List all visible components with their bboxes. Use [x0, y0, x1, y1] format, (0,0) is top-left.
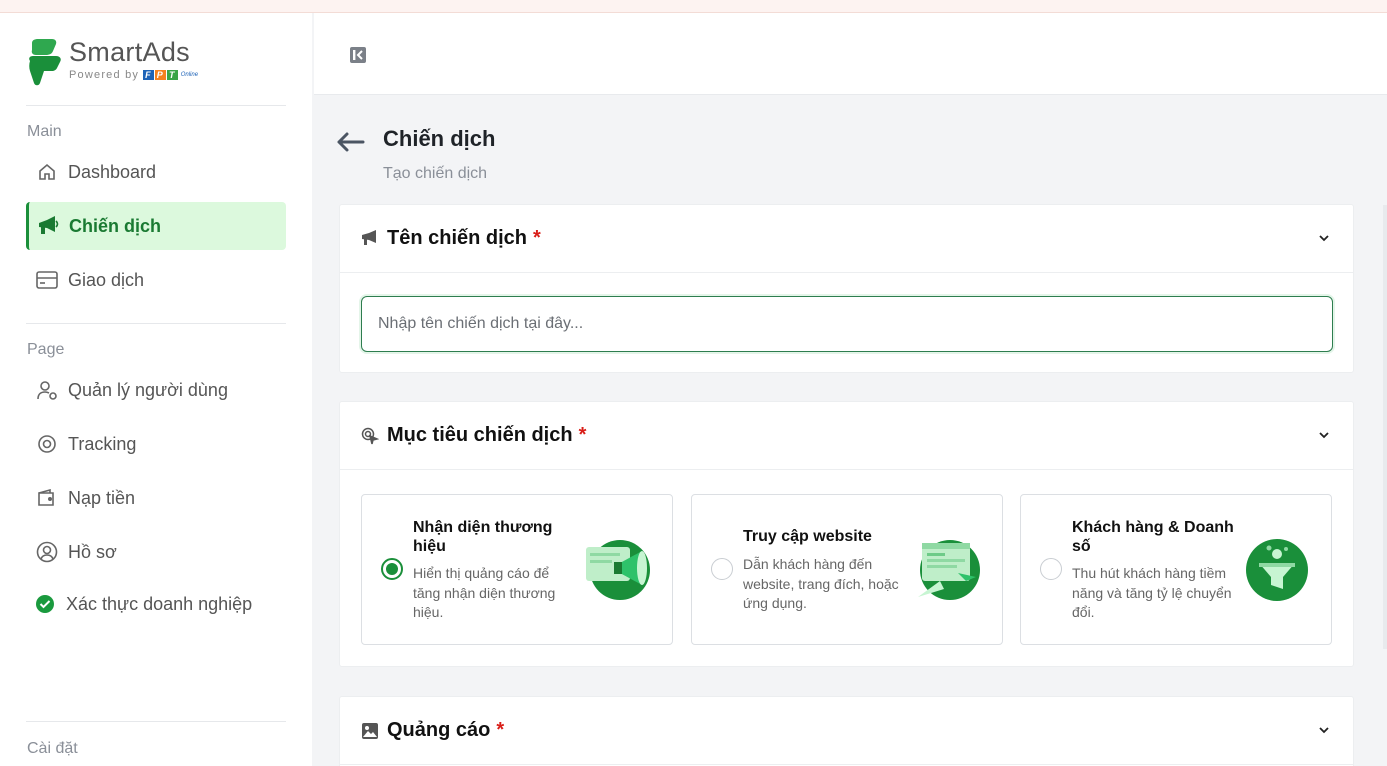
target-icon [36, 433, 58, 455]
sidebar-item-label: Giao dịch [68, 269, 145, 290]
required-mark: * [533, 227, 541, 249]
wallet-icon [36, 487, 58, 509]
sidebar-item-label: Hồ sơ [68, 541, 117, 562]
goal-option-description: Dẫn khách hàng đến website, trang đích, … [743, 556, 899, 611]
page-subtitle: Tạo chiến dịch [383, 165, 488, 182]
sidebar-collapse-icon[interactable] [349, 46, 367, 64]
sidebar-divider [26, 323, 286, 324]
chevron-down-icon[interactable] [1317, 428, 1331, 442]
top-header [314, 13, 1387, 95]
section-title: Mục tiêu chiến dịch [387, 424, 573, 446]
brand-name: SmartAds [69, 37, 190, 67]
powered-by-text: Powered by [69, 69, 140, 81]
sidebar-item-label: Quản lý người dùng [68, 379, 228, 400]
megaphone-icon [37, 215, 59, 237]
smartads-logo-icon [29, 39, 61, 86]
section-label-settings: Cài đặt [27, 740, 78, 757]
sidebar-item-business-verification[interactable]: Xác thực doanh nghiệp [26, 580, 286, 628]
section-label-main: Main [27, 123, 62, 140]
ads-header[interactable]: Quảng cáo * [340, 697, 1353, 765]
radio-unselected[interactable] [1040, 558, 1062, 580]
back-arrow-icon[interactable] [336, 128, 366, 156]
campaign-goal-header[interactable]: Mục tiêu chiến dịch * [340, 402, 1353, 470]
sidebar-item-user-management[interactable]: Quản lý người dùng [26, 366, 286, 414]
sidebar-item-top-up[interactable]: Nạp tiền [26, 474, 286, 522]
required-mark: * [578, 424, 587, 446]
user-gear-icon [36, 379, 58, 401]
sidebar-item-label: Chiến dịch [69, 215, 162, 236]
radio-unselected[interactable] [711, 558, 733, 580]
sidebar-divider [26, 105, 286, 106]
campaign-name-input[interactable] [361, 296, 1333, 352]
website-illustration-icon [918, 540, 980, 600]
radio-selected[interactable] [381, 558, 403, 580]
top-notice-strip [0, 0, 1387, 13]
sidebar-divider [26, 721, 286, 722]
fpt-online-logo: F P T Online [143, 70, 199, 80]
home-icon [36, 161, 58, 183]
image-icon [361, 722, 379, 740]
chevron-down-icon[interactable] [1317, 723, 1331, 737]
campaign-name-header[interactable]: Tên chiến dịch * [340, 205, 1353, 273]
cursor-click-icon [361, 427, 379, 445]
goal-option-website-traffic[interactable]: Truy cập website Dẫn khách hàng đến webs… [691, 494, 1003, 645]
sidebar-item-label: Tracking [68, 433, 137, 454]
profile-icon [36, 541, 58, 563]
megaphone-illustration-icon [586, 540, 650, 600]
verified-icon [34, 593, 56, 615]
powered-by: Powered by F P T Online [69, 69, 198, 81]
sidebar-item-tracking[interactable]: Tracking [26, 420, 286, 468]
section-title: Quảng cáo [387, 719, 491, 741]
goal-option-title: Nhận diện thương hiệu [413, 519, 553, 555]
goal-option-title: Khách hàng & Doanh số [1072, 519, 1234, 555]
sidebar: SmartAds Powered by F P T Online Main Dashb… [0, 13, 312, 766]
section-label-page: Page [27, 341, 65, 358]
campaign-name-card: Tên chiến dịch * [339, 204, 1354, 373]
section-title: Tên chiến dịch [387, 227, 528, 249]
right-panel-edge [1383, 205, 1387, 649]
sidebar-item-transactions[interactable]: Giao dịch [26, 256, 286, 304]
page-title: Chiến dịch [383, 126, 496, 151]
chevron-down-icon[interactable] [1317, 231, 1331, 245]
sidebar-item-dashboard[interactable]: Dashboard [26, 148, 286, 196]
goal-option-leads-sales[interactable]: Khách hàng & Doanh số Thu hút khách hàng… [1020, 494, 1332, 645]
sidebar-item-profile[interactable]: Hồ sơ [26, 528, 286, 576]
required-mark: * [496, 719, 505, 741]
goal-option-title: Truy cập website [743, 528, 872, 545]
sidebar-item-label: Nạp tiền [68, 487, 136, 508]
goal-option-brand-awareness[interactable]: Nhận diện thương hiệu Hiển thị quảng cáo… [361, 494, 673, 645]
goal-option-description: Hiển thị quảng cáo để tăng nhận diện thư… [413, 565, 556, 620]
campaign-goal-card: Mục tiêu chiến dịch * Nhận diện thương h… [339, 401, 1354, 667]
brand-logo[interactable]: SmartAds Powered by F P T Online [26, 37, 286, 93]
megaphone-icon [361, 229, 379, 248]
ads-card: Quảng cáo * [339, 696, 1354, 766]
card-icon [36, 269, 58, 291]
funnel-illustration-icon [1246, 539, 1308, 601]
goal-option-description: Thu hút khách hàng tiềm năng và tăng tỷ … [1072, 565, 1232, 620]
sidebar-item-label: Dashboard [68, 161, 157, 182]
sidebar-item-label: Xác thực doanh nghiệp [66, 593, 253, 614]
sidebar-item-campaigns[interactable]: Chiến dịch [26, 202, 286, 250]
